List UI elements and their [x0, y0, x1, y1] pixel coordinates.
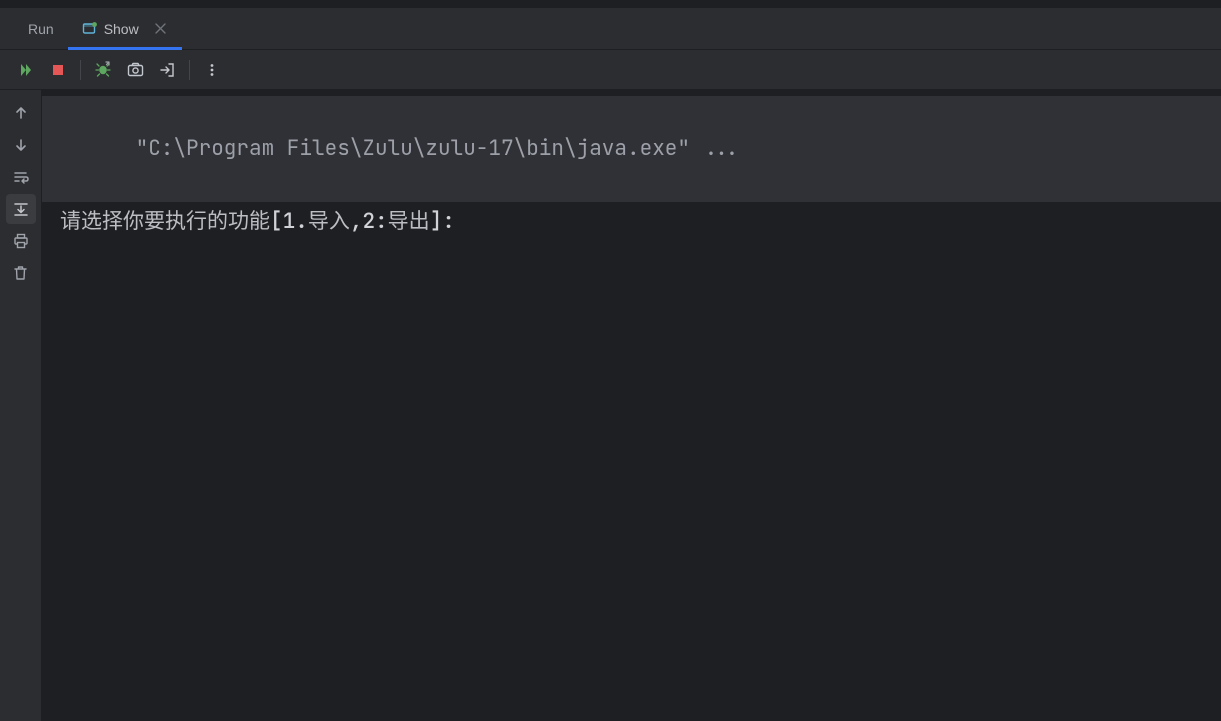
prompt-option-label: 导出	[388, 208, 430, 235]
console-command-line: "C:\Program Files\Zulu\zulu-17\bin\java.…	[42, 96, 1221, 202]
console-area: "C:\Program Files\Zulu\zulu-17\bin\java.…	[0, 90, 1221, 721]
console-output[interactable]: "C:\Program Files\Zulu\zulu-17\bin\java.…	[42, 90, 1221, 721]
prompt-number: 2	[362, 208, 375, 235]
tab-run-label: Run	[28, 21, 54, 37]
prompt-bracket: ]	[430, 208, 443, 235]
camera-icon	[127, 62, 144, 77]
trash-icon	[13, 265, 28, 281]
prompt-comma: ,	[350, 208, 363, 235]
command-text: "C:\Program Files\Zulu\zulu-17\bin\java.…	[136, 135, 741, 162]
scroll-to-end-button[interactable]	[6, 194, 36, 224]
prompt-bracket: [	[270, 208, 283, 235]
print-icon	[13, 233, 29, 249]
down-stacktrace-button[interactable]	[6, 130, 36, 160]
clear-all-button[interactable]	[6, 258, 36, 288]
console-prompt-line: 请选择你要执行的功能[1.导入,2:导出]:	[42, 202, 1221, 243]
application-icon	[82, 21, 98, 37]
toolbar-separator	[80, 60, 81, 80]
arrow-up-icon	[13, 105, 29, 121]
console-side-controls	[0, 90, 42, 721]
layout-settings-button[interactable]	[119, 55, 151, 85]
up-stacktrace-button[interactable]	[6, 98, 36, 128]
close-icon[interactable]	[153, 23, 168, 34]
tab-show[interactable]: Show	[68, 8, 182, 50]
attach-debugger-button[interactable]	[87, 55, 119, 85]
bug-icon	[95, 61, 112, 78]
scroll-end-icon	[13, 201, 29, 217]
exit-icon	[159, 62, 175, 78]
prompt-prefix: 请选择你要执行的功能	[60, 208, 270, 235]
more-options-button[interactable]	[196, 55, 228, 85]
kebab-icon	[205, 63, 219, 77]
exit-button[interactable]	[151, 55, 183, 85]
stop-button[interactable]	[42, 55, 74, 85]
run-toolbar	[0, 50, 1221, 90]
rerun-button[interactable]	[10, 55, 42, 85]
prompt-dot: .	[295, 208, 308, 235]
soft-wrap-button[interactable]	[6, 162, 36, 192]
soft-wrap-icon	[13, 169, 29, 185]
print-button[interactable]	[6, 226, 36, 256]
prompt-number: 1	[283, 208, 296, 235]
run-tool-tab-bar: Run Show	[0, 8, 1221, 50]
prompt-end-colon: :	[442, 208, 455, 235]
prompt-colon: :	[375, 208, 388, 235]
stop-icon	[51, 63, 65, 77]
tab-run[interactable]: Run	[14, 8, 68, 50]
rerun-icon	[18, 62, 34, 78]
toolbar-separator	[189, 60, 190, 80]
arrow-down-icon	[13, 137, 29, 153]
prompt-option-label: 导入	[308, 208, 350, 235]
title-bar-strip	[0, 0, 1221, 8]
tab-show-label: Show	[104, 21, 139, 37]
